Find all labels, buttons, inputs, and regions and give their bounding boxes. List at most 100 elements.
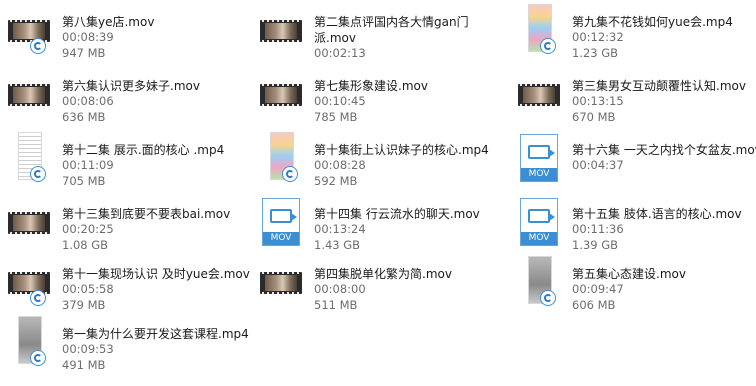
phone-screenshot-thumbnail (514, 256, 566, 320)
film-icon (8, 272, 50, 294)
sync-icon (540, 290, 556, 306)
phone-screenshot-thumbnail (4, 316, 56, 380)
file-grid: 第八集ye店.mov 00:08:39 947 MB 第二集点评国内各大情gan… (0, 0, 756, 386)
file-duration: 00:09:53 (62, 342, 114, 356)
file-item[interactable]: 第一集为什么要开发这套课程.mp4 00:09:53 491 MB (4, 316, 249, 380)
file-size: 606 MB (572, 297, 616, 312)
file-size: 636 MB (62, 109, 106, 124)
file-item[interactable]: 第十三集到底要不要表bai.mov 00:20:25 1.08 GB (4, 196, 244, 260)
file-name: 第十四集 行云流水的聊天.mov (314, 207, 480, 221)
file-size: 1.39 GB (572, 237, 619, 252)
file-item[interactable]: MOV 第十四集 行云流水的聊天.mov 00:13:24 1.43 GB (256, 196, 496, 260)
file-size: 670 MB (572, 109, 616, 124)
video-thumbnail (4, 68, 56, 132)
file-name: 第四集脱单化繁为简.mov (314, 267, 452, 281)
video-thumbnail (256, 4, 308, 68)
camera-icon (528, 145, 555, 159)
file-name: 第十二集 展示.面的核心 .mp4 (62, 143, 225, 157)
file-item[interactable]: 第三集男女互动颠覆性认知.mov 00:13:15 670 MB (514, 68, 754, 132)
film-icon (8, 84, 50, 106)
phone-screenshot-thumbnail (4, 132, 56, 196)
file-name: 第十一集现场认识 及时yue会.mov (62, 267, 250, 281)
video-thumbnail (4, 4, 56, 68)
file-duration: 00:09:47 (572, 282, 624, 296)
file-item[interactable]: 第六集认识更多妹子.mov 00:08:06 636 MB (4, 68, 244, 132)
file-name: 第十集街上认识妹子的核心.mp4 (314, 143, 489, 157)
file-size: 491 MB (62, 357, 106, 372)
file-item[interactable]: 第十一集现场认识 及时yue会.mov 00:05:58 379 MB (4, 256, 250, 320)
file-size: 511 MB (314, 297, 358, 312)
file-duration: 00:13:15 (572, 94, 624, 108)
file-name: 第八集ye店.mov (62, 15, 155, 29)
file-duration: 00:05:58 (62, 282, 114, 296)
file-name: 第五集心态建设.mov (572, 267, 686, 281)
file-name: 第十三集到底要不要表bai.mov (62, 207, 231, 221)
video-thumbnail (514, 68, 566, 132)
mov-file-thumbnail: MOV (256, 196, 308, 260)
file-size: 1.08 GB (62, 237, 109, 252)
film-icon (8, 212, 50, 234)
file-duration: 00:08:00 (314, 282, 366, 296)
sync-icon (540, 38, 556, 54)
file-duration: 00:08:39 (62, 30, 114, 44)
camera-icon (528, 209, 555, 223)
sync-icon (30, 38, 46, 54)
video-thumbnail (4, 256, 56, 320)
file-name: 第十六集 一天之内找个女盆友.mov (572, 143, 756, 157)
file-duration: 00:08:28 (314, 158, 366, 172)
file-item[interactable]: 第七集形象建设.mov 00:10:45 785 MB (256, 68, 496, 132)
file-item[interactable]: MOV 第十六集 一天之内找个女盆友.mov 00:04:37 (514, 132, 756, 196)
video-thumbnail (256, 68, 308, 132)
camera-icon (270, 209, 297, 223)
file-item[interactable]: 第五集心态建设.mov 00:09:47 606 MB (514, 256, 754, 320)
file-item[interactable]: 第二集点评国内各大情gan门派.mov 00:02:13 (256, 4, 496, 68)
file-size: 1.43 GB (314, 237, 361, 252)
file-duration: 00:08:06 (62, 94, 114, 108)
file-item[interactable]: 第九集不花钱如何yue会.mp4 00:12:32 1.23 GB (514, 4, 754, 68)
film-icon (260, 84, 302, 106)
film-icon (518, 84, 560, 106)
file-size: 592 MB (314, 173, 358, 188)
mov-file-icon: MOV (520, 134, 558, 182)
mov-file-icon: MOV (262, 198, 300, 246)
video-thumbnail (4, 196, 56, 260)
sync-icon (282, 166, 298, 182)
file-size: 705 MB (62, 173, 106, 188)
file-item[interactable]: 第十集街上认识妹子的核心.mp4 00:08:28 592 MB (256, 132, 496, 196)
file-name: 第一集为什么要开发这套课程.mp4 (62, 327, 249, 341)
phone-screenshot-thumbnail (256, 132, 308, 196)
file-size: 785 MB (314, 109, 358, 124)
file-duration: 00:20:25 (62, 222, 114, 236)
file-duration: 00:04:37 (572, 158, 624, 172)
file-duration: 00:11:36 (572, 222, 624, 236)
file-duration: 00:13:24 (314, 222, 366, 236)
mov-file-thumbnail: MOV (514, 132, 566, 196)
file-name: 第二集点评国内各大情gan门派.mov (314, 15, 469, 45)
film-icon (260, 20, 302, 42)
film-icon (260, 272, 302, 294)
file-item[interactable]: 第四集脱单化繁为简.mov 00:08:00 511 MB (256, 256, 496, 320)
file-item[interactable]: MOV 第十五集 肢体.语言的核心.mov 00:11:36 1.39 GB (514, 196, 754, 260)
file-duration: 00:11:09 (62, 158, 114, 172)
file-name: 第六集认识更多妹子.mov (62, 79, 200, 93)
mov-file-icon: MOV (520, 198, 558, 246)
phone-screenshot-thumbnail (514, 4, 566, 68)
file-name: 第九集不花钱如何yue会.mp4 (572, 15, 733, 29)
file-duration: 00:10:45 (314, 94, 366, 108)
mov-file-thumbnail: MOV (514, 196, 566, 260)
file-size: 1.23 GB (572, 45, 619, 60)
file-size: 379 MB (62, 297, 106, 312)
file-item[interactable]: 第十二集 展示.面的核心 .mp4 00:11:09 705 MB (4, 132, 244, 196)
file-name: 第七集形象建设.mov (314, 79, 428, 93)
sync-icon (30, 290, 46, 306)
sync-icon (30, 166, 46, 182)
file-duration: 00:02:13 (314, 46, 366, 60)
file-size: 947 MB (62, 45, 106, 60)
file-name: 第十五集 肢体.语言的核心.mov (572, 207, 742, 221)
video-thumbnail (256, 256, 308, 320)
sync-icon (30, 350, 46, 366)
mov-label: MOV (263, 232, 299, 245)
mov-label: MOV (521, 168, 557, 181)
mov-label: MOV (521, 232, 557, 245)
file-item[interactable]: 第八集ye店.mov 00:08:39 947 MB (4, 4, 244, 68)
